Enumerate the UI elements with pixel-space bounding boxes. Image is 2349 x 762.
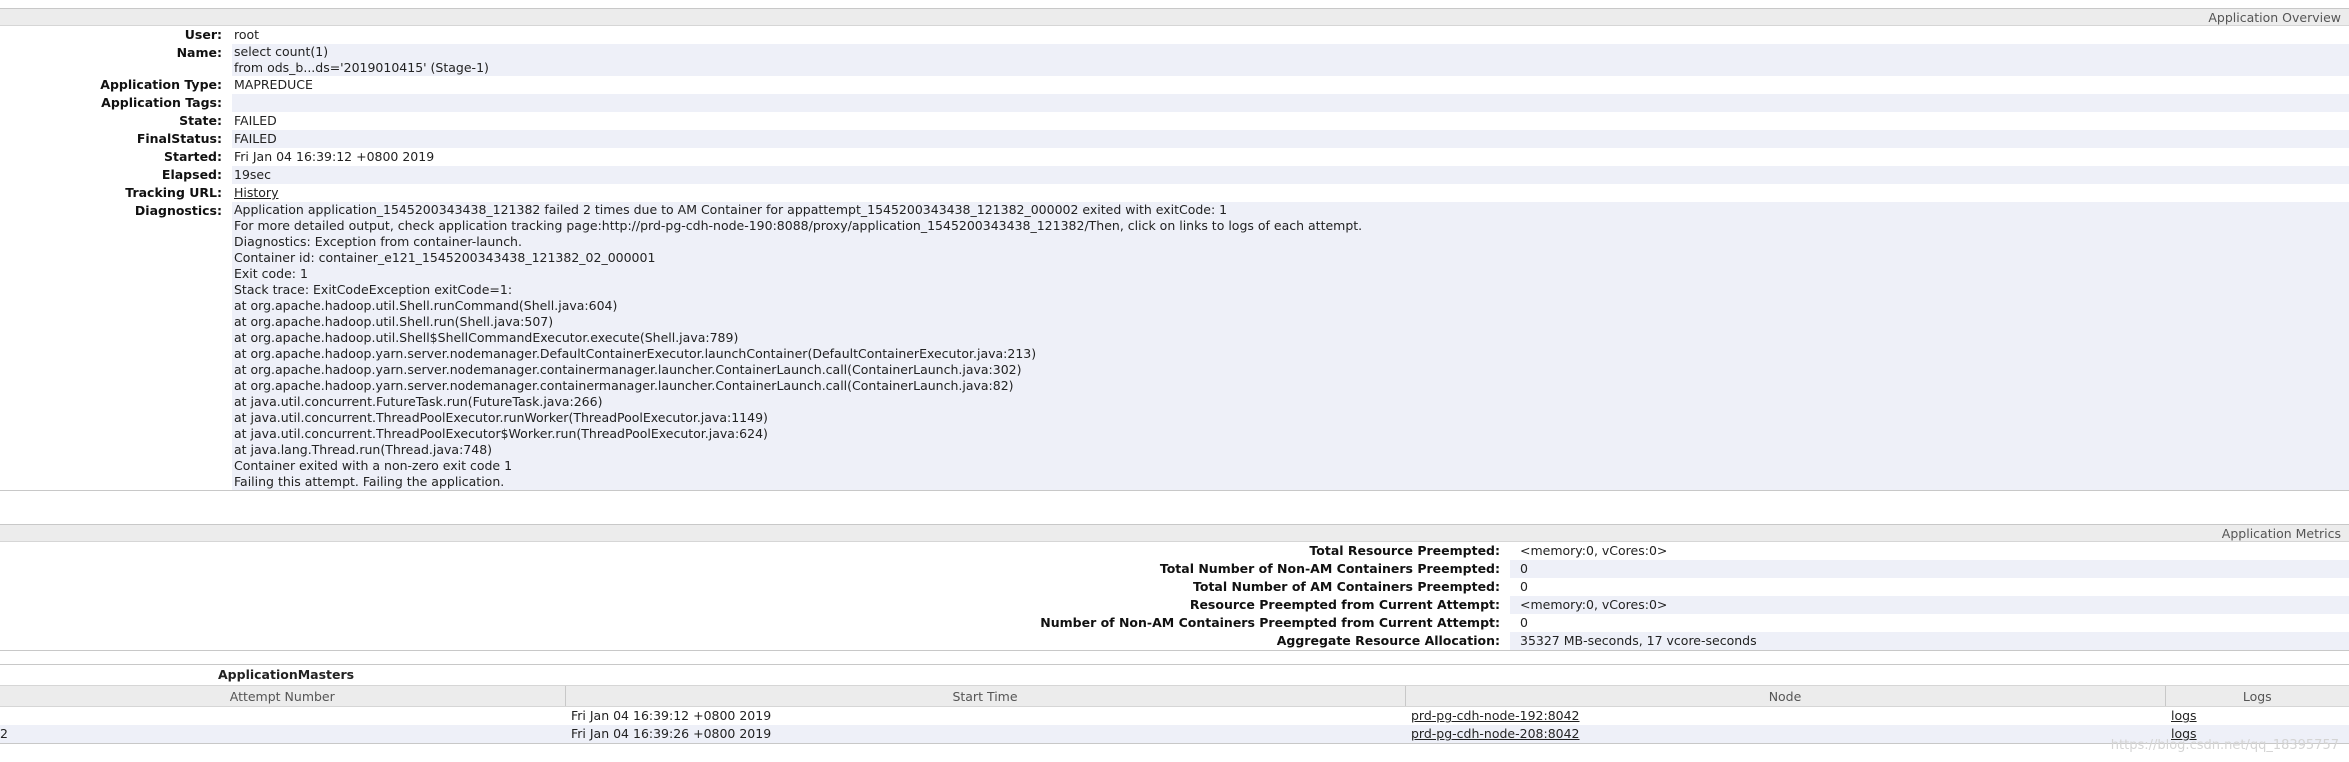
metrics-table: Total Resource Preempted: <memory:0, vCo… bbox=[0, 542, 2349, 650]
application-overview-header: Application Overview bbox=[0, 8, 2349, 26]
metric-value: 35327 MB-seconds, 17 vcore-seconds bbox=[1510, 632, 2349, 650]
user-value: root bbox=[232, 26, 2349, 44]
table-row: 2 Fri Jan 04 16:39:26 +0800 2019 prd-pg-… bbox=[0, 725, 2349, 743]
node-link[interactable]: prd-pg-cdh-node-192:8042 bbox=[1411, 708, 1580, 723]
metrics-row: Resource Preempted from Current Attempt:… bbox=[0, 596, 2349, 614]
diagnostics-line: at java.lang.Thread.run(Thread.java:748) bbox=[234, 442, 493, 457]
diagnostics-line: at org.apache.hadoop.util.Shell.run(Shel… bbox=[234, 314, 554, 329]
metric-label: Total Resource Preempted: bbox=[1309, 543, 1500, 558]
name-value-line-2: from ods_b...ds='2019010415' (Stage-1) bbox=[234, 60, 489, 75]
diagnostics-line: Diagnostics: Exception from container-la… bbox=[234, 234, 522, 249]
application-metrics-section: Application Metrics Total Resource Preem… bbox=[0, 524, 2349, 651]
overview-row-final-status: FinalStatus: FAILED bbox=[0, 130, 2349, 148]
diagnostics-line: at org.apache.hadoop.util.Shell.runComma… bbox=[234, 298, 618, 313]
diagnostics-line: Application application_1545200343438_12… bbox=[234, 202, 1228, 217]
overview-row-diagnostics: Diagnostics: Application application_154… bbox=[0, 202, 2349, 490]
column-header-attempt-number[interactable]: Attempt Number bbox=[0, 686, 566, 707]
metric-label: Total Number of AM Containers Preempted: bbox=[1192, 579, 1500, 594]
overview-row-tracking-url: Tracking URL: History bbox=[0, 184, 2349, 202]
column-header-node[interactable]: Node bbox=[1405, 686, 2166, 707]
elapsed-value: 19sec bbox=[232, 166, 2349, 184]
diagnostics-line: at org.apache.hadoop.yarn.server.nodeman… bbox=[234, 378, 1014, 393]
diagnostics-line: Exit code: 1 bbox=[234, 266, 308, 281]
diagnostics-label: Diagnostics: bbox=[134, 203, 222, 218]
table-row: Fri Jan 04 16:39:12 +0800 2019 prd-pg-cd… bbox=[0, 706, 2349, 725]
column-header-logs[interactable]: Logs bbox=[2165, 686, 2349, 707]
overview-row-user: User: root bbox=[0, 26, 2349, 44]
state-label: State: bbox=[179, 113, 222, 128]
metric-value: <memory:0, vCores:0> bbox=[1510, 542, 2349, 560]
final-status-value: FAILED bbox=[232, 130, 2349, 148]
overview-row-name: Name: select count(1) from ods_b...ds='2… bbox=[0, 44, 2349, 76]
application-type-value: MAPREDUCE bbox=[232, 76, 2349, 94]
metrics-row: Aggregate Resource Allocation: 35327 MB-… bbox=[0, 632, 2349, 650]
diagnostics-line: Container exited with a non-zero exit co… bbox=[234, 458, 513, 473]
metric-label: Number of Non-AM Containers Preempted fr… bbox=[1040, 615, 1500, 630]
metrics-row: Number of Non-AM Containers Preempted fr… bbox=[0, 614, 2349, 632]
column-header-start-time[interactable]: Start Time bbox=[565, 686, 1406, 707]
metric-value: 0 bbox=[1510, 560, 2349, 578]
user-label: User: bbox=[184, 27, 222, 42]
start-time-cell: Fri Jan 04 16:39:26 +0800 2019 bbox=[565, 725, 1405, 743]
attempt-number-cell: 2 bbox=[0, 725, 565, 743]
started-label: Started: bbox=[164, 149, 222, 164]
overview-row-application-type: Application Type: MAPREDUCE bbox=[0, 76, 2349, 94]
name-value-line-1: select count(1) bbox=[234, 44, 329, 59]
application-tags-label: Application Tags: bbox=[101, 95, 222, 110]
elapsed-label: Elapsed: bbox=[161, 167, 222, 182]
diagnostics-line: Stack trace: ExitCodeException exitCode=… bbox=[234, 282, 513, 297]
node-link[interactable]: prd-pg-cdh-node-208:8042 bbox=[1411, 726, 1580, 741]
overview-row-started: Started: Fri Jan 04 16:39:12 +0800 2019 bbox=[0, 148, 2349, 166]
diagnostics-line: at org.apache.hadoop.yarn.server.nodeman… bbox=[234, 362, 1022, 377]
started-value: Fri Jan 04 16:39:12 +0800 2019 bbox=[232, 148, 2349, 166]
state-value: FAILED bbox=[232, 112, 2349, 130]
application-masters-table: Attempt Number Start Time Node Logs Fri … bbox=[0, 686, 2349, 743]
application-type-label: Application Type: bbox=[100, 77, 222, 92]
metric-label: Aggregate Resource Allocation: bbox=[1276, 633, 1500, 648]
final-status-label: FinalStatus: bbox=[136, 131, 222, 146]
watermark: https://blog.csdn.net/qq_18395757 bbox=[2110, 738, 2339, 753]
application-tags-value bbox=[232, 94, 2349, 112]
start-time-cell: Fri Jan 04 16:39:12 +0800 2019 bbox=[565, 706, 1405, 725]
overview-table: User: root Name: select count(1) from od… bbox=[0, 26, 2349, 490]
metric-value: 0 bbox=[1510, 578, 2349, 596]
metric-value: 0 bbox=[1510, 614, 2349, 632]
application-metrics-header: Application Metrics bbox=[0, 524, 2349, 542]
diagnostics-line: at java.util.concurrent.ThreadPoolExecut… bbox=[234, 410, 768, 425]
application-masters-section: ApplicationMasters Attempt Number Start … bbox=[0, 664, 2349, 744]
diagnostics-line: at java.util.concurrent.ThreadPoolExecut… bbox=[234, 426, 768, 441]
name-label: Name: bbox=[176, 45, 222, 60]
table-header-row: Attempt Number Start Time Node Logs bbox=[0, 686, 2349, 707]
application-masters-title: ApplicationMasters bbox=[0, 665, 2349, 686]
diagnostics-line: Container id: container_e121_15452003434… bbox=[234, 250, 656, 265]
tracking-url-label: Tracking URL: bbox=[125, 185, 222, 200]
diagnostics-line: at java.util.concurrent.FutureTask.run(F… bbox=[234, 394, 603, 409]
metrics-row: Total Number of Non-AM Containers Preemp… bbox=[0, 560, 2349, 578]
diagnostics-line: at org.apache.hadoop.util.Shell$ShellCom… bbox=[234, 330, 739, 345]
metric-label: Total Number of Non-AM Containers Preemp… bbox=[1159, 561, 1500, 576]
history-link[interactable]: History bbox=[234, 185, 278, 200]
metrics-row: Total Resource Preempted: <memory:0, vCo… bbox=[0, 542, 2349, 560]
metrics-row: Total Number of AM Containers Preempted:… bbox=[0, 578, 2349, 596]
diagnostics-line: For more detailed output, check applicat… bbox=[234, 218, 1363, 233]
application-overview-section: Application Overview User: root Name: se… bbox=[0, 8, 2349, 491]
diagnostics-line: Failing this attempt. Failing the applic… bbox=[234, 474, 505, 489]
attempt-number-cell bbox=[0, 706, 565, 725]
diagnostics-line: at org.apache.hadoop.yarn.server.nodeman… bbox=[234, 346, 1037, 361]
overview-row-elapsed: Elapsed: 19sec bbox=[0, 166, 2349, 184]
metric-value: <memory:0, vCores:0> bbox=[1510, 596, 2349, 614]
logs-link[interactable]: logs bbox=[2171, 708, 2197, 723]
overview-row-state: State: FAILED bbox=[0, 112, 2349, 130]
overview-row-application-tags: Application Tags: bbox=[0, 94, 2349, 112]
metric-label: Resource Preempted from Current Attempt: bbox=[1189, 597, 1500, 612]
diagnostics-value: Application application_1545200343438_12… bbox=[232, 202, 2349, 490]
